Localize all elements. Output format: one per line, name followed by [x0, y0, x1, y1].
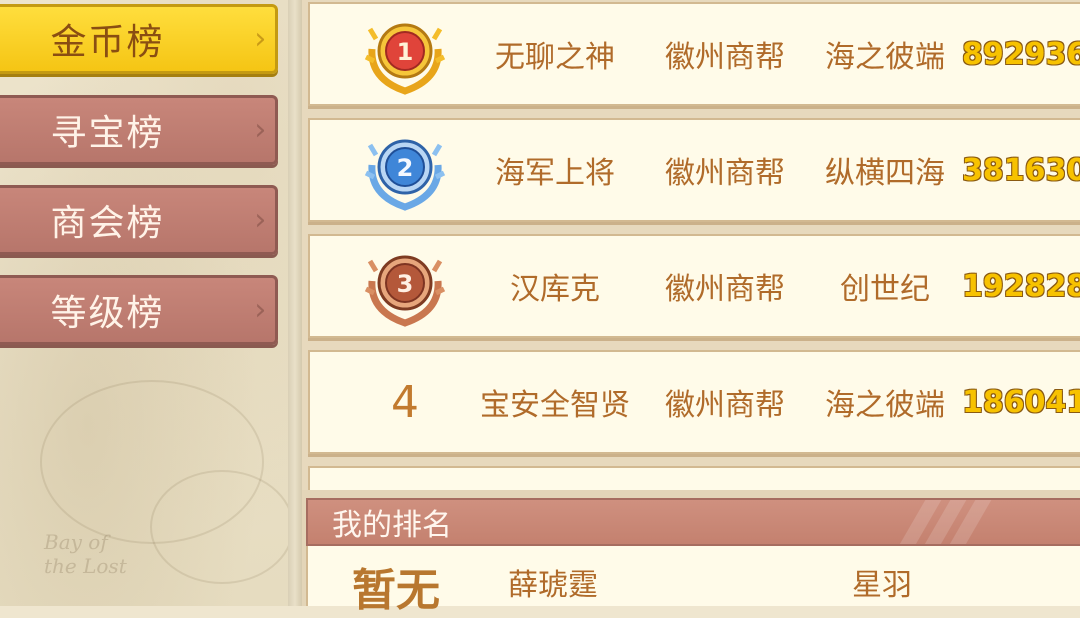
- my-player-name: 薛琥霆: [508, 568, 598, 603]
- server-name: 纵横四海: [825, 156, 945, 191]
- panel-divider: [288, 0, 302, 606]
- player-name: 汉库克: [510, 272, 600, 307]
- silver-medal-icon: 2: [364, 139, 446, 211]
- ranking-row-partial: [308, 466, 1080, 490]
- gold-medal-icon: 1: [364, 23, 446, 95]
- tab-gold-ranking[interactable]: 金币榜 ›: [0, 4, 278, 74]
- guild-name: 徽州商帮: [665, 40, 785, 75]
- chevron-right-icon: ›: [250, 202, 271, 238]
- tab-level-ranking[interactable]: 等级榜 ›: [0, 275, 278, 345]
- medal-rank-number: 1: [397, 38, 414, 66]
- tab-label: 等级榜: [50, 293, 165, 334]
- ranking-list[interactable]: 1 无聊之神 徽州商帮 海之彼端 8929368 2 海军上将 徽州商帮 纵横四…: [302, 0, 1080, 490]
- tab-label: 商会榜: [50, 203, 165, 244]
- bronze-medal-icon: 3: [364, 255, 446, 327]
- ranking-row[interactable]: 4 宝安全智贤 徽州商帮 海之彼端 1860414: [308, 350, 1080, 454]
- player-name: 无聊之神: [495, 40, 615, 75]
- medal-rank-number: 3: [397, 270, 414, 298]
- guild-name: 徽州商帮: [665, 272, 785, 307]
- guild-name: 徽州商帮: [665, 156, 785, 191]
- tab-label: 寻宝榜: [50, 113, 165, 154]
- ranking-row[interactable]: 1 无聊之神 徽州商帮 海之彼端 8929368: [308, 2, 1080, 106]
- ranking-row[interactable]: 3 汉库克 徽州商帮 创世纪 1928288: [308, 234, 1080, 338]
- my-server-name: 星羽: [852, 568, 912, 603]
- guild-name: 徽州商帮: [665, 388, 785, 423]
- player-name: 宝安全智贤: [480, 388, 630, 423]
- chevron-right-icon: ›: [250, 292, 271, 328]
- map-coastline: [150, 470, 294, 584]
- gold-amount: 8929368: [962, 36, 1080, 72]
- server-name: 海之彼端: [825, 40, 945, 75]
- my-rank-title: 我的排名: [332, 508, 452, 543]
- gold-amount: 1860414: [962, 384, 1080, 420]
- chevron-right-icon: ›: [250, 112, 271, 148]
- gold-amount: 1928288: [962, 268, 1080, 304]
- tab-label: 金币榜: [50, 22, 165, 63]
- server-name: 创世纪: [840, 272, 930, 307]
- player-name: 海军上将: [495, 156, 615, 191]
- my-rank-row: 暂无 薛琥霆 星羽: [306, 546, 1080, 616]
- map-label: Bay of the Lost: [44, 530, 127, 578]
- my-rank-panel: 我的排名 暂无 薛琥霆 星羽: [302, 490, 1080, 616]
- chevron-right-icon: ›: [250, 21, 271, 57]
- ranking-row[interactable]: 2 海军上将 徽州商帮 纵横四海 3816308: [308, 118, 1080, 222]
- medal-rank-number: 2: [397, 154, 414, 182]
- tab-treasure-ranking[interactable]: 寻宝榜 ›: [0, 95, 278, 165]
- my-rank-value: 暂无: [352, 565, 440, 616]
- rank-number: 4: [391, 376, 419, 428]
- tab-guild-ranking[interactable]: 商会榜 ›: [0, 185, 278, 255]
- server-name: 海之彼端: [825, 388, 945, 423]
- gold-amount: 3816308: [962, 152, 1080, 188]
- my-rank-header: 我的排名: [306, 498, 1080, 546]
